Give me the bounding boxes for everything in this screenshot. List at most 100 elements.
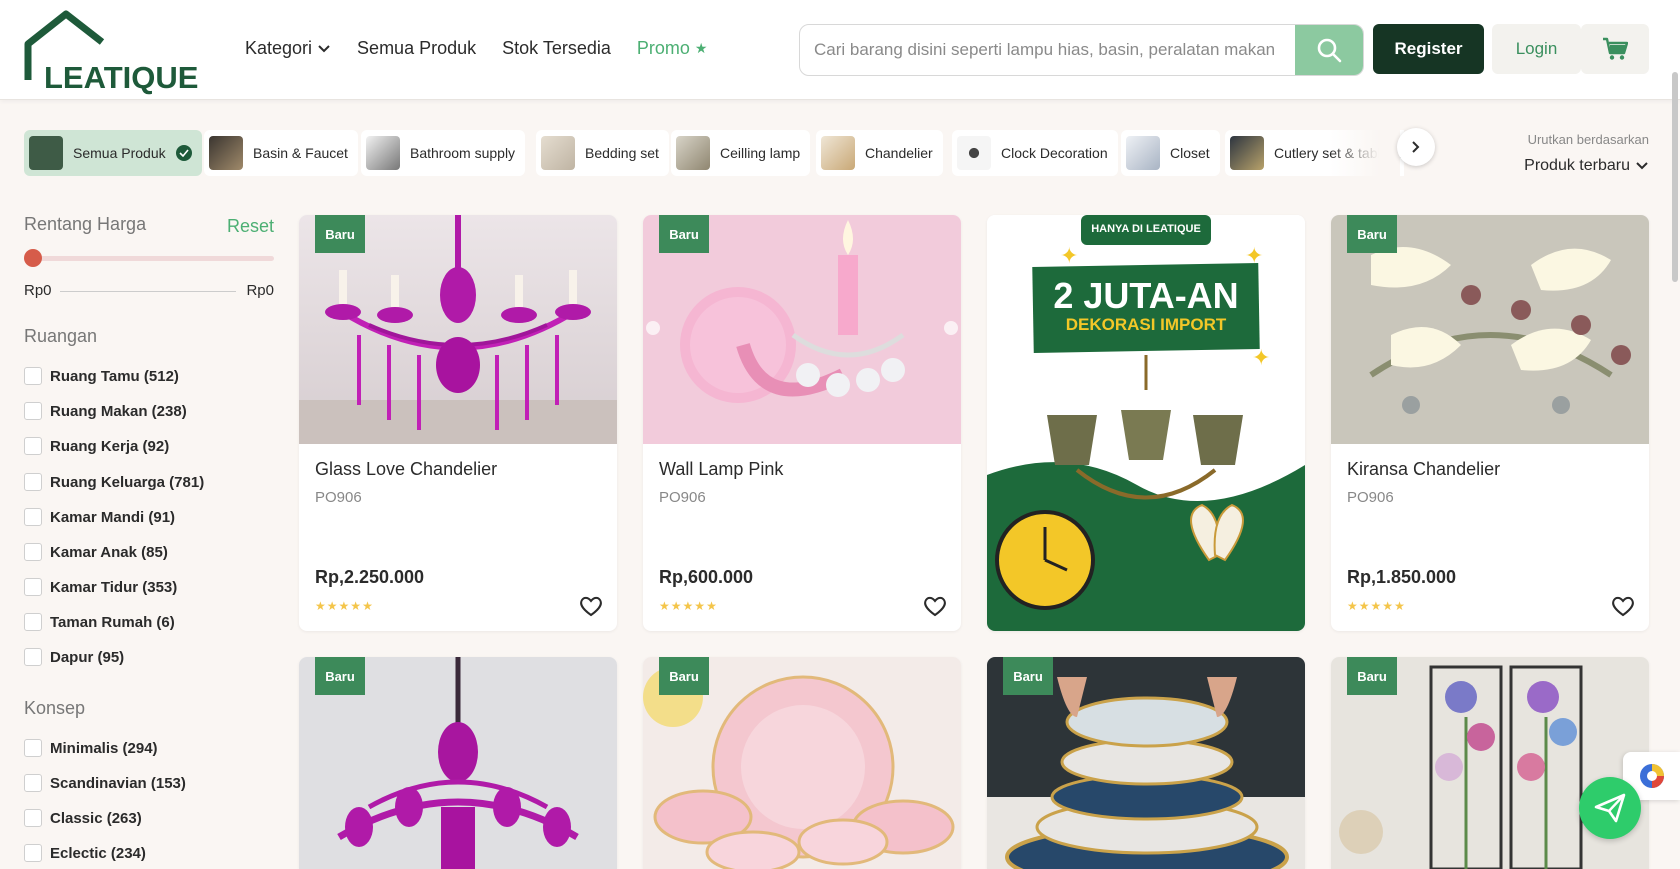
checkbox[interactable] xyxy=(24,402,42,420)
search-input[interactable] xyxy=(814,25,1284,75)
promo-banner-card[interactable]: ✦ ✦ ✦ HANYA DI LEATIQUE 2 JUTA-AN DEKORA… xyxy=(987,215,1305,631)
category-chip-clock-decoration[interactable]: Clock Decoration xyxy=(952,130,1118,176)
product-image[interactable]: Baru xyxy=(1331,215,1649,444)
product-name[interactable]: Glass Love Chandelier xyxy=(315,459,497,480)
filter-checkbox-item[interactable]: Ruang Tamu (512) xyxy=(24,367,179,385)
filter-label: Minimalis (294) xyxy=(50,739,158,757)
nav-stok-tersedia[interactable]: Stok Tersedia xyxy=(502,38,611,59)
nav-kategori[interactable]: Kategori xyxy=(245,38,331,59)
product-image[interactable]: Baru xyxy=(987,657,1305,869)
nav-promo[interactable]: Promo ★ xyxy=(637,38,708,59)
product-name[interactable]: Wall Lamp Pink xyxy=(659,459,783,480)
category-chip-ceilling-lamp[interactable]: Ceilling lamp xyxy=(671,130,811,176)
checkbox[interactable] xyxy=(24,437,42,455)
category-chip-basin-faucet[interactable]: Basin & Faucet xyxy=(204,130,358,176)
checkbox[interactable] xyxy=(24,648,42,666)
star-icon: ★ xyxy=(1394,599,1405,613)
checkbox[interactable] xyxy=(24,774,42,792)
chips-next-button[interactable] xyxy=(1397,128,1435,166)
price-reset-button[interactable]: Reset xyxy=(227,216,274,237)
star-icon: ★ xyxy=(1370,599,1382,613)
chat-button[interactable] xyxy=(1579,777,1641,839)
star-icon: ★ xyxy=(1347,599,1358,613)
product-name[interactable]: Kiransa Chandelier xyxy=(1347,459,1500,480)
product-card[interactable]: Baru xyxy=(299,657,617,869)
star-icon: ★ xyxy=(670,599,682,613)
star-icon: ★ xyxy=(706,599,717,613)
star-icon: ★ xyxy=(338,599,350,613)
star-icon: ★ xyxy=(1358,599,1370,613)
filter-label: Dapur (95) xyxy=(50,648,125,666)
checkbox[interactable] xyxy=(24,508,42,526)
checkbox[interactable] xyxy=(24,543,42,561)
category-chip-bathroom-supply[interactable]: Bathroom supply xyxy=(361,130,526,176)
category-label: Basin & Faucet xyxy=(253,145,348,161)
filter-label: Ruang Tamu (512) xyxy=(50,367,179,385)
product-image[interactable]: Baru xyxy=(299,657,617,869)
category-chip-bedding-set[interactable]: Bedding set xyxy=(536,130,669,176)
filter-checkbox-item[interactable]: Ruang Keluarga (781) xyxy=(24,473,204,491)
category-thumb xyxy=(541,136,575,170)
product-price: Rp,600.000 xyxy=(659,567,754,587)
category-thumb xyxy=(366,136,400,170)
filter-checkbox-item[interactable]: Eclectic (234) xyxy=(24,844,146,862)
category-chip-closet[interactable]: Closet xyxy=(1121,130,1220,176)
filter-checkbox-item[interactable]: Ruang Kerja (92) xyxy=(24,437,169,455)
checkbox[interactable] xyxy=(24,613,42,631)
checkbox[interactable] xyxy=(24,367,42,385)
filter-checkbox-item[interactable]: Scandinavian (153) xyxy=(24,774,186,792)
product-image[interactable]: Baru xyxy=(299,215,617,444)
product-image[interactable]: Baru xyxy=(643,215,961,444)
category-thumb xyxy=(1230,136,1264,170)
filter-checkbox-item[interactable]: Minimalis (294) xyxy=(24,739,158,757)
category-chip-semua-produk[interactable]: Semua Produk xyxy=(24,130,202,176)
wishlist-button[interactable] xyxy=(923,595,947,622)
price-slider-thumb[interactable] xyxy=(24,249,42,267)
product-card[interactable]: Baru Glass Love Chandelier PO906 Rp,2.25… xyxy=(299,215,617,631)
product-image[interactable]: Baru xyxy=(643,657,961,869)
filter-checkbox-item[interactable]: Classic (263) xyxy=(24,809,142,827)
filter-checkbox-item[interactable]: Kamar Mandi (91) xyxy=(24,508,175,526)
banner-subheadline: DEKORASI IMPORT xyxy=(1065,315,1227,334)
filter-label: Ruang Keluarga (781) xyxy=(50,473,205,491)
register-button[interactable]: Register xyxy=(1373,24,1484,74)
filter-checkbox-item[interactable]: Ruang Makan (238) xyxy=(24,402,187,420)
product-card[interactable]: Baru xyxy=(987,657,1305,869)
wishlist-button[interactable] xyxy=(1611,595,1635,622)
app-logo-icon xyxy=(1639,764,1664,788)
page-scrollbar[interactable] xyxy=(1672,72,1678,282)
filter-checkbox-item[interactable]: Dapur (95) xyxy=(24,648,124,666)
price-slider-track[interactable] xyxy=(24,256,274,261)
category-chip-chandelier[interactable]: Chandelier xyxy=(816,130,943,176)
sort-dropdown[interactable]: Produk terbaru xyxy=(1524,157,1649,175)
star-icon: ★ xyxy=(694,599,706,613)
new-badge: Baru xyxy=(659,657,709,695)
rating-stars: ★ ★ ★ ★ ★ xyxy=(659,600,717,612)
filter-checkbox-item[interactable]: Kamar Tidur (353) xyxy=(24,578,177,596)
checkbox[interactable] xyxy=(24,844,42,862)
product-card[interactable]: Baru xyxy=(643,657,961,869)
product-sku: PO906 xyxy=(1347,489,1394,506)
nav-semua-produk[interactable]: Semua Produk xyxy=(357,38,476,59)
filter-label: Ruang Makan (238) xyxy=(50,402,187,420)
filter-checkbox-item[interactable]: Kamar Anak (85) xyxy=(24,543,168,561)
rating-stars: ★ ★ ★ ★ ★ xyxy=(1347,600,1405,612)
cart-button[interactable] xyxy=(1581,24,1649,74)
wishlist-button[interactable] xyxy=(579,595,603,622)
search-button[interactable] xyxy=(1295,25,1363,75)
product-sku: PO906 xyxy=(315,489,362,506)
product-card[interactable]: Baru Wall Lamp Pink PO906 Rp,600.000 ★ ★ ★… xyxy=(643,215,961,631)
search-bar xyxy=(799,24,1364,76)
login-button[interactable]: Login xyxy=(1492,24,1581,74)
checkbox[interactable] xyxy=(24,809,42,827)
checkbox[interactable] xyxy=(24,739,42,757)
category-thumb xyxy=(957,136,991,170)
new-badge: Baru xyxy=(659,215,709,253)
product-card[interactable]: Baru Kiransa Chandelier PO906 Rp,1.850.0… xyxy=(1331,215,1649,631)
checkbox[interactable] xyxy=(24,473,42,491)
brand-name: LEATIQUE xyxy=(44,60,199,95)
filter-checkbox-item[interactable]: Taman Rumah (6) xyxy=(24,613,175,631)
filter-label: Kamar Anak (85) xyxy=(50,543,168,561)
brand-logo[interactable]: LEATIQUE xyxy=(24,10,198,95)
checkbox[interactable] xyxy=(24,578,42,596)
